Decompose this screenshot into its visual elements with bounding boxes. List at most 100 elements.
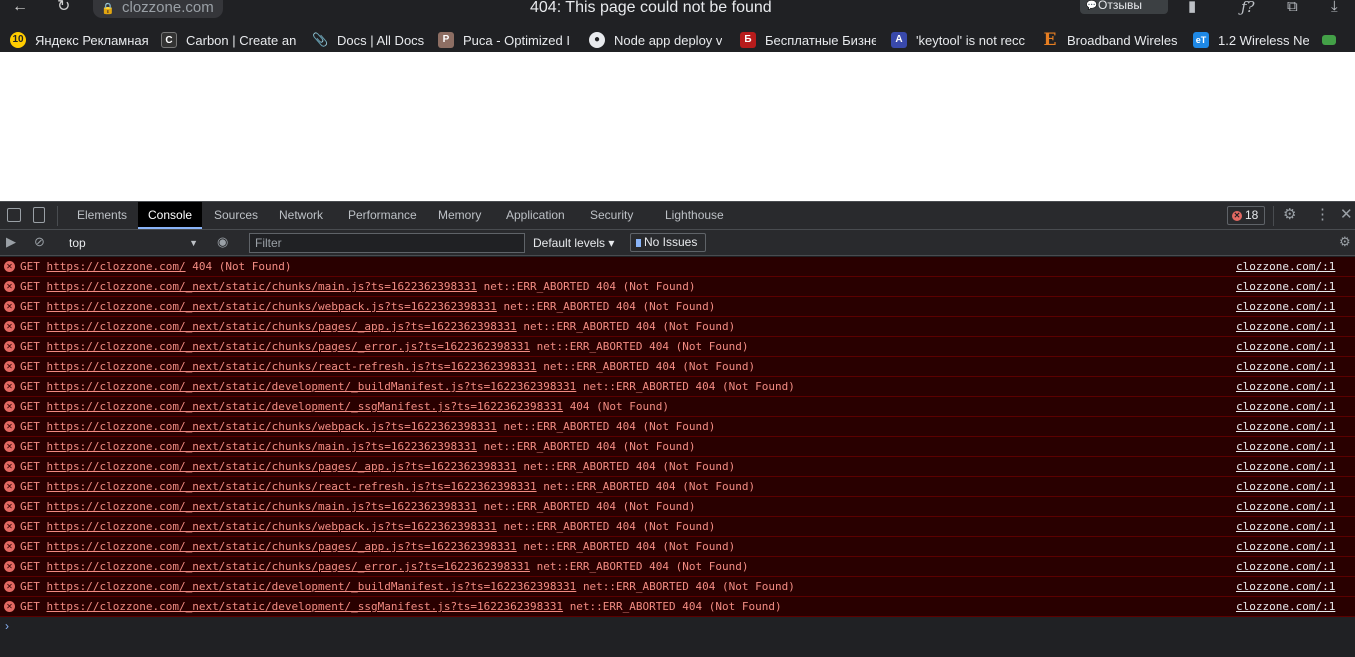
tab-lighthouse[interactable]: Lighthouse	[655, 202, 734, 229]
sidebar-toggle-icon[interactable]: ▶	[6, 235, 16, 249]
console-error-row: ✕ GET https://clozzone.com/_next/static/c…	[0, 457, 1355, 477]
error-icon: ✕	[4, 321, 15, 332]
source-link[interactable]: clozzone.com/:1	[1236, 457, 1335, 476]
devtools-panel: Elements Console Sources Network Perform…	[0, 201, 1355, 657]
console-error-row: ✕ GET https://clozzone.com/_next/static/c…	[0, 497, 1355, 517]
page-viewport	[0, 52, 1355, 201]
console-settings-gear-icon[interactable]: ⚙	[1339, 235, 1351, 249]
bookmark-icon[interactable]: ▮	[1188, 0, 1196, 14]
error-message: GET https://clozzone.com/_next/static/ch…	[20, 497, 696, 516]
request-url-link[interactable]: https://clozzone.com/	[47, 260, 186, 273]
source-link[interactable]: clozzone.com/:1	[1236, 417, 1335, 436]
console-error-row: ✕ GET https://clozzone.com/_next/static/c…	[0, 297, 1355, 317]
request-method: GET	[20, 500, 40, 513]
request-url-link[interactable]: https://clozzone.com/_next/static/chunks…	[47, 320, 517, 333]
console-error-row: ✕ GET https://clozzone.com/_next/static/c…	[0, 317, 1355, 337]
request-url-link[interactable]: https://clozzone.com/_next/static/develo…	[47, 580, 577, 593]
error-message: GET https://clozzone.com/_next/static/de…	[20, 577, 795, 596]
request-url-link[interactable]: https://clozzone.com/_next/static/develo…	[47, 400, 564, 413]
bookmark-item[interactable]: Б Бесплатные Бизне	[740, 31, 876, 49]
error-detail: net::ERR_ABORTED 404 (Not Found)	[523, 460, 736, 473]
bookmark-item[interactable]: 📎 Docs | All Docs	[312, 31, 428, 49]
request-url-link[interactable]: https://clozzone.com/_next/static/chunks…	[47, 300, 497, 313]
console-prompt-chevron-icon[interactable]: ›	[5, 619, 9, 633]
error-message: GET https://clozzone.com/_next/static/ch…	[20, 557, 749, 576]
source-link[interactable]: clozzone.com/:1	[1236, 577, 1335, 596]
error-icon: ✕	[4, 341, 15, 352]
source-link[interactable]: clozzone.com/:1	[1236, 517, 1335, 536]
back-arrow-icon[interactable]: ←	[12, 0, 28, 18]
request-url-link[interactable]: https://clozzone.com/_next/static/chunks…	[47, 440, 477, 453]
tab-network[interactable]: Network	[269, 202, 333, 229]
bookmark-item[interactable]: A 'keytool' is not recc	[891, 31, 1027, 49]
inspect-element-icon[interactable]	[7, 208, 21, 222]
context-selector[interactable]: top ▼	[62, 233, 202, 253]
console-error-row: ✕ GET https://clozzone.com/_next/static/d…	[0, 577, 1355, 597]
source-link[interactable]: clozzone.com/:1	[1236, 557, 1335, 576]
source-link[interactable]: clozzone.com/:1	[1236, 437, 1335, 456]
source-link[interactable]: clozzone.com/:1	[1236, 297, 1335, 316]
tab-performance[interactable]: Performance	[338, 202, 427, 229]
collections-icon[interactable]: ⧉	[1287, 0, 1298, 14]
request-url-link[interactable]: https://clozzone.com/_next/static/develo…	[47, 600, 564, 613]
error-count-badge[interactable]: ✕ 18	[1227, 206, 1265, 225]
bookmark-item[interactable]	[1322, 31, 1340, 49]
puca-icon: P	[438, 32, 454, 48]
request-url-link[interactable]: https://clozzone.com/_next/static/chunks…	[47, 420, 497, 433]
eye-icon[interactable]: ◉	[217, 235, 228, 249]
feedback-button[interactable]: 💬 Отзывы	[1080, 0, 1168, 14]
source-link[interactable]: clozzone.com/:1	[1236, 477, 1335, 496]
request-url-link[interactable]: https://clozzone.com/_next/static/chunks…	[47, 560, 530, 573]
no-issues-button[interactable]: No Issues	[630, 233, 706, 252]
tab-console[interactable]: Console	[138, 202, 203, 229]
request-url-link[interactable]: https://clozzone.com/_next/static/chunks…	[47, 500, 477, 513]
source-link[interactable]: clozzone.com/:1	[1236, 357, 1335, 376]
source-link[interactable]: clozzone.com/:1	[1236, 497, 1335, 516]
source-link[interactable]: clozzone.com/:1	[1236, 277, 1335, 296]
source-link[interactable]: clozzone.com/:1	[1236, 397, 1335, 416]
source-link[interactable]: clozzone.com/:1	[1236, 377, 1335, 396]
source-link[interactable]: clozzone.com/:1	[1236, 257, 1335, 276]
tab-memory[interactable]: Memory	[428, 202, 491, 229]
console-error-row: ✕ GET https://clozzone.com/_next/static/c…	[0, 537, 1355, 557]
filter-input[interactable]	[249, 233, 525, 253]
bookmark-item[interactable]: E Broadband Wireles	[1042, 31, 1178, 49]
request-url-link[interactable]: https://clozzone.com/_next/static/chunks…	[47, 280, 477, 293]
close-icon[interactable]: ✕	[1340, 207, 1353, 223]
bookmark-item[interactable]: ● Node app deploy v	[589, 31, 725, 49]
request-url-link[interactable]: https://clozzone.com/_next/static/chunks…	[47, 520, 497, 533]
download-icon[interactable]: ⤓	[1331, 0, 1338, 14]
tab-sources[interactable]: Sources	[204, 202, 268, 229]
source-link[interactable]: clozzone.com/:1	[1236, 597, 1335, 616]
tab-application[interactable]: Application	[496, 202, 575, 229]
source-link[interactable]: clozzone.com/:1	[1236, 337, 1335, 356]
console-error-row: ✕ GET https://clozzone.com/_next/static/c…	[0, 557, 1355, 577]
error-detail: net::ERR_ABORTED 404 (Not Found)	[503, 300, 716, 313]
gear-icon[interactable]: ⚙	[1283, 207, 1296, 223]
device-toolbar-icon[interactable]	[33, 207, 45, 223]
formula-extension-icon[interactable]: ƒ?	[1241, 0, 1255, 15]
console-error-row: ✕ GET https://clozzone.com/_next/static/c…	[0, 277, 1355, 297]
tab-security[interactable]: Security	[580, 202, 643, 229]
bookmark-item[interactable]: C Carbon | Create an	[161, 31, 297, 49]
source-link[interactable]: clozzone.com/:1	[1236, 537, 1335, 556]
tab-elements[interactable]: Elements	[67, 202, 137, 229]
source-link[interactable]: clozzone.com/:1	[1236, 317, 1335, 336]
request-url-link[interactable]: https://clozzone.com/_next/static/chunks…	[47, 360, 537, 373]
reload-icon[interactable]: ↻	[57, 0, 70, 18]
bookmark-item[interactable]: P Puca - Optimized I	[438, 31, 574, 49]
request-url-link[interactable]: https://clozzone.com/_next/static/develo…	[47, 380, 577, 393]
more-options-icon[interactable]: ⋮	[1315, 207, 1330, 223]
address-bar[interactable]: 🔒 clozzone.com	[93, 0, 223, 18]
flag-icon	[1322, 35, 1336, 45]
console-error-row: ✕ GET https://clozzone.com/_next/static/c…	[0, 357, 1355, 377]
bookmark-item[interactable]: 10 Яндекс Рекламная	[10, 31, 150, 49]
bookmark-item[interactable]: eT 1.2 Wireless Ne	[1193, 31, 1309, 49]
error-icon: ✕	[4, 501, 15, 512]
request-url-link[interactable]: https://clozzone.com/_next/static/chunks…	[47, 340, 530, 353]
clear-console-icon[interactable]: ⊘	[34, 235, 45, 249]
request-url-link[interactable]: https://clozzone.com/_next/static/chunks…	[47, 480, 537, 493]
request-url-link[interactable]: https://clozzone.com/_next/static/chunks…	[47, 460, 517, 473]
default-levels-dropdown[interactable]: Default levels ▾	[533, 233, 614, 253]
request-url-link[interactable]: https://clozzone.com/_next/static/chunks…	[47, 540, 517, 553]
